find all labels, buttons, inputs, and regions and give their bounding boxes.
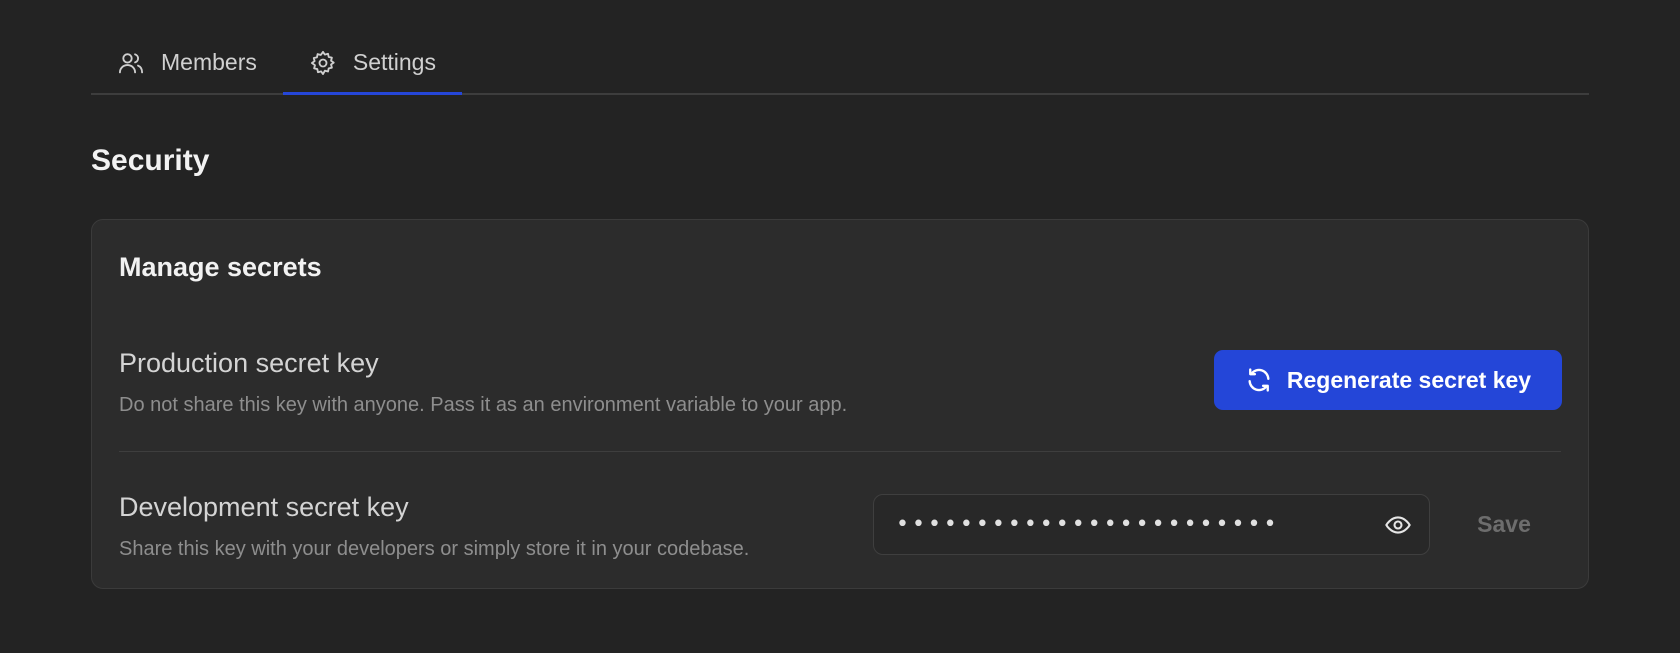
tab-settings-label: Settings	[352, 49, 436, 75]
settings-page: Members Settings Security Manage secrets…	[0, 0, 1680, 653]
production-key-description: Do not share this key with anyone. Pass …	[119, 394, 848, 416]
development-key-title: Development secret key	[119, 492, 409, 522]
tab-settings[interactable]: Settings	[282, 32, 463, 95]
gear-icon	[309, 49, 337, 77]
development-secret-input[interactable]	[896, 512, 1381, 537]
tab-members-label: Members	[161, 49, 257, 75]
refresh-icon	[1245, 366, 1273, 394]
tab-bar: Members Settings	[91, 32, 1589, 95]
save-button[interactable]: Save	[1454, 494, 1554, 555]
production-key-title: Production secret key	[119, 348, 379, 378]
tab-members[interactable]: Members	[91, 32, 283, 93]
development-key-description: Share this key with your developers or s…	[119, 538, 750, 560]
row-divider	[119, 451, 1561, 452]
section-title: Security	[91, 144, 210, 177]
regenerate-secret-key-label: Regenerate secret key	[1286, 366, 1532, 393]
development-secret-field	[873, 494, 1430, 555]
users-icon	[117, 49, 145, 77]
card-title: Manage secrets	[119, 252, 322, 282]
manage-secrets-card: Manage secrets Production secret key Do …	[91, 219, 1589, 589]
eye-icon[interactable]	[1381, 508, 1415, 542]
regenerate-secret-key-button[interactable]: Regenerate secret key	[1214, 350, 1562, 410]
